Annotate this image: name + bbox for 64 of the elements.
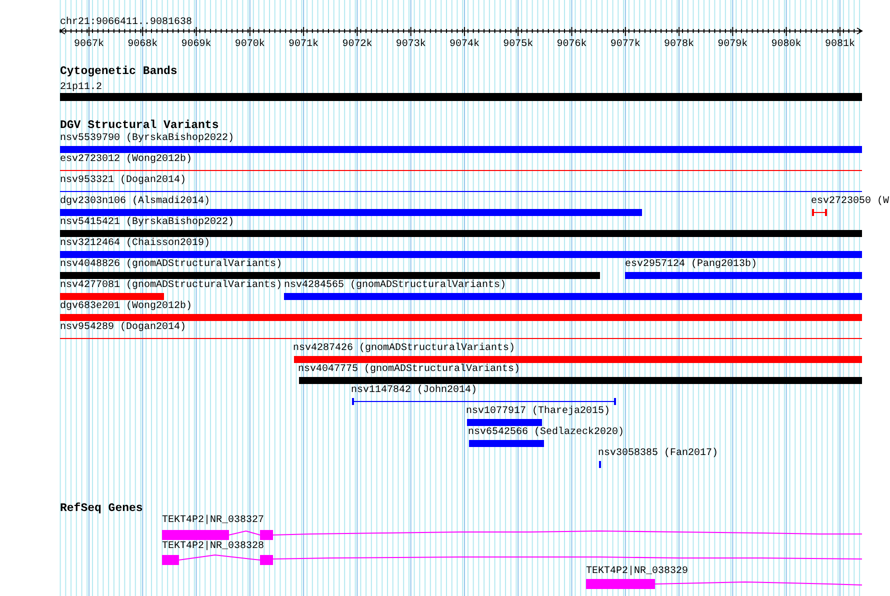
- ruler-tick-label: 9080k: [771, 39, 802, 50]
- variant-label: nsv953321 (Dogan2014): [60, 175, 186, 186]
- gene-label: TEKT4P2|NR_038329: [586, 566, 688, 577]
- variant-label: nsv4047775 (gnomADStructuralVariants): [298, 364, 520, 375]
- track-title: DGV Structural Variants: [60, 119, 219, 132]
- variant-interval[interactable]: [352, 398, 616, 405]
- ruler-tick-label: 9079k: [718, 39, 748, 50]
- variant-line[interactable]: [60, 338, 862, 339]
- variant-bar[interactable]: [60, 209, 642, 216]
- variant-bar[interactable]: [60, 146, 862, 153]
- variant-label: nsv5539790 (ByrskaBishop2022): [60, 133, 234, 144]
- ruler-tick-label: 9072k: [342, 39, 372, 50]
- ruler-tick-label: 9074k: [449, 39, 480, 50]
- variant-bar[interactable]: [60, 293, 164, 300]
- ruler-tick-label: 9075k: [503, 39, 534, 50]
- ruler-tick-label: 9077k: [610, 39, 640, 50]
- variant-label: nsv1147842 (John2014): [351, 385, 478, 396]
- ruler-tick-label: 9078k: [664, 39, 694, 50]
- variant-line[interactable]: [60, 191, 862, 192]
- gene-label: TEKT4P2|NR_038327: [162, 515, 264, 526]
- ruler-tick-label: 9071k: [288, 39, 319, 50]
- variant-label: esv2957124 (Pang2013b): [625, 259, 758, 270]
- ruler-tick-label: 9073k: [396, 39, 426, 50]
- locus-label: chr21:9066411..9081638: [60, 17, 192, 28]
- variant-bar[interactable]: [469, 440, 544, 447]
- variant-label: esv2723050 (W: [811, 196, 890, 207]
- gene-model-drawing[interactable]: [586, 579, 862, 589]
- cytoband-bar[interactable]: [60, 93, 862, 101]
- variant-bar[interactable]: [60, 272, 600, 279]
- variant-label: nsv6542566 (Sedlazeck2020): [468, 427, 624, 438]
- variant-bar[interactable]: [299, 377, 862, 384]
- variant-line[interactable]: [60, 170, 862, 171]
- cytoband-label: 21p11.2: [60, 82, 102, 93]
- variant-label: nsv3058385 (Fan2017): [598, 448, 718, 459]
- track-title: RefSeq Genes: [60, 502, 143, 515]
- variant-interval[interactable]: [812, 209, 827, 216]
- variant-bar[interactable]: [60, 251, 862, 258]
- variant-label: dgv683e201 (Wong2012b): [60, 301, 192, 312]
- gene-model-drawing[interactable]: [162, 554, 862, 565]
- ruler-tick-label: 9067k: [74, 39, 104, 50]
- variant-bar[interactable]: [284, 293, 862, 300]
- ruler-tick-label: 9081k: [824, 39, 855, 50]
- variant-label: nsv1077917 (Thareja2015): [466, 406, 610, 417]
- variant-label: esv2723012 (Wong2012b): [60, 154, 192, 165]
- track-title: Cytogenetic Bands: [60, 65, 178, 78]
- variant-label: nsv4277081 (gnomADStructuralVariants): [60, 280, 282, 291]
- variant-bar[interactable]: [294, 356, 862, 363]
- variant-bar[interactable]: [60, 314, 862, 321]
- ruler-tick-label: 9069k: [181, 39, 212, 50]
- variant-label: nsv4284565 (gnomADStructuralVariants): [284, 280, 506, 291]
- variant-label: dgv2303n106 (Alsmadi2014): [60, 196, 210, 207]
- variant-label: nsv4287426 (gnomADStructuralVariants): [293, 343, 516, 354]
- variant-bar[interactable]: [467, 419, 542, 426]
- variant-bar[interactable]: [60, 230, 862, 237]
- ruler-tick-label: 9076k: [556, 39, 587, 50]
- gene-model-drawing[interactable]: [162, 530, 862, 540]
- variant-label: nsv3212464 (Chaisson2019): [60, 238, 210, 249]
- ruler-tick-label: 9068k: [128, 39, 158, 50]
- variant-bar[interactable]: [625, 272, 862, 279]
- variant-label: nsv5415421 (ByrskaBishop2022): [60, 217, 234, 228]
- variant-label: nsv4048826 (gnomADStructuralVariants): [60, 259, 282, 270]
- ruler-tick-label: 9070k: [234, 39, 265, 50]
- variant-label: nsv954289 (Dogan2014): [60, 322, 186, 333]
- gene-label: TEKT4P2|NR_038328: [162, 541, 264, 552]
